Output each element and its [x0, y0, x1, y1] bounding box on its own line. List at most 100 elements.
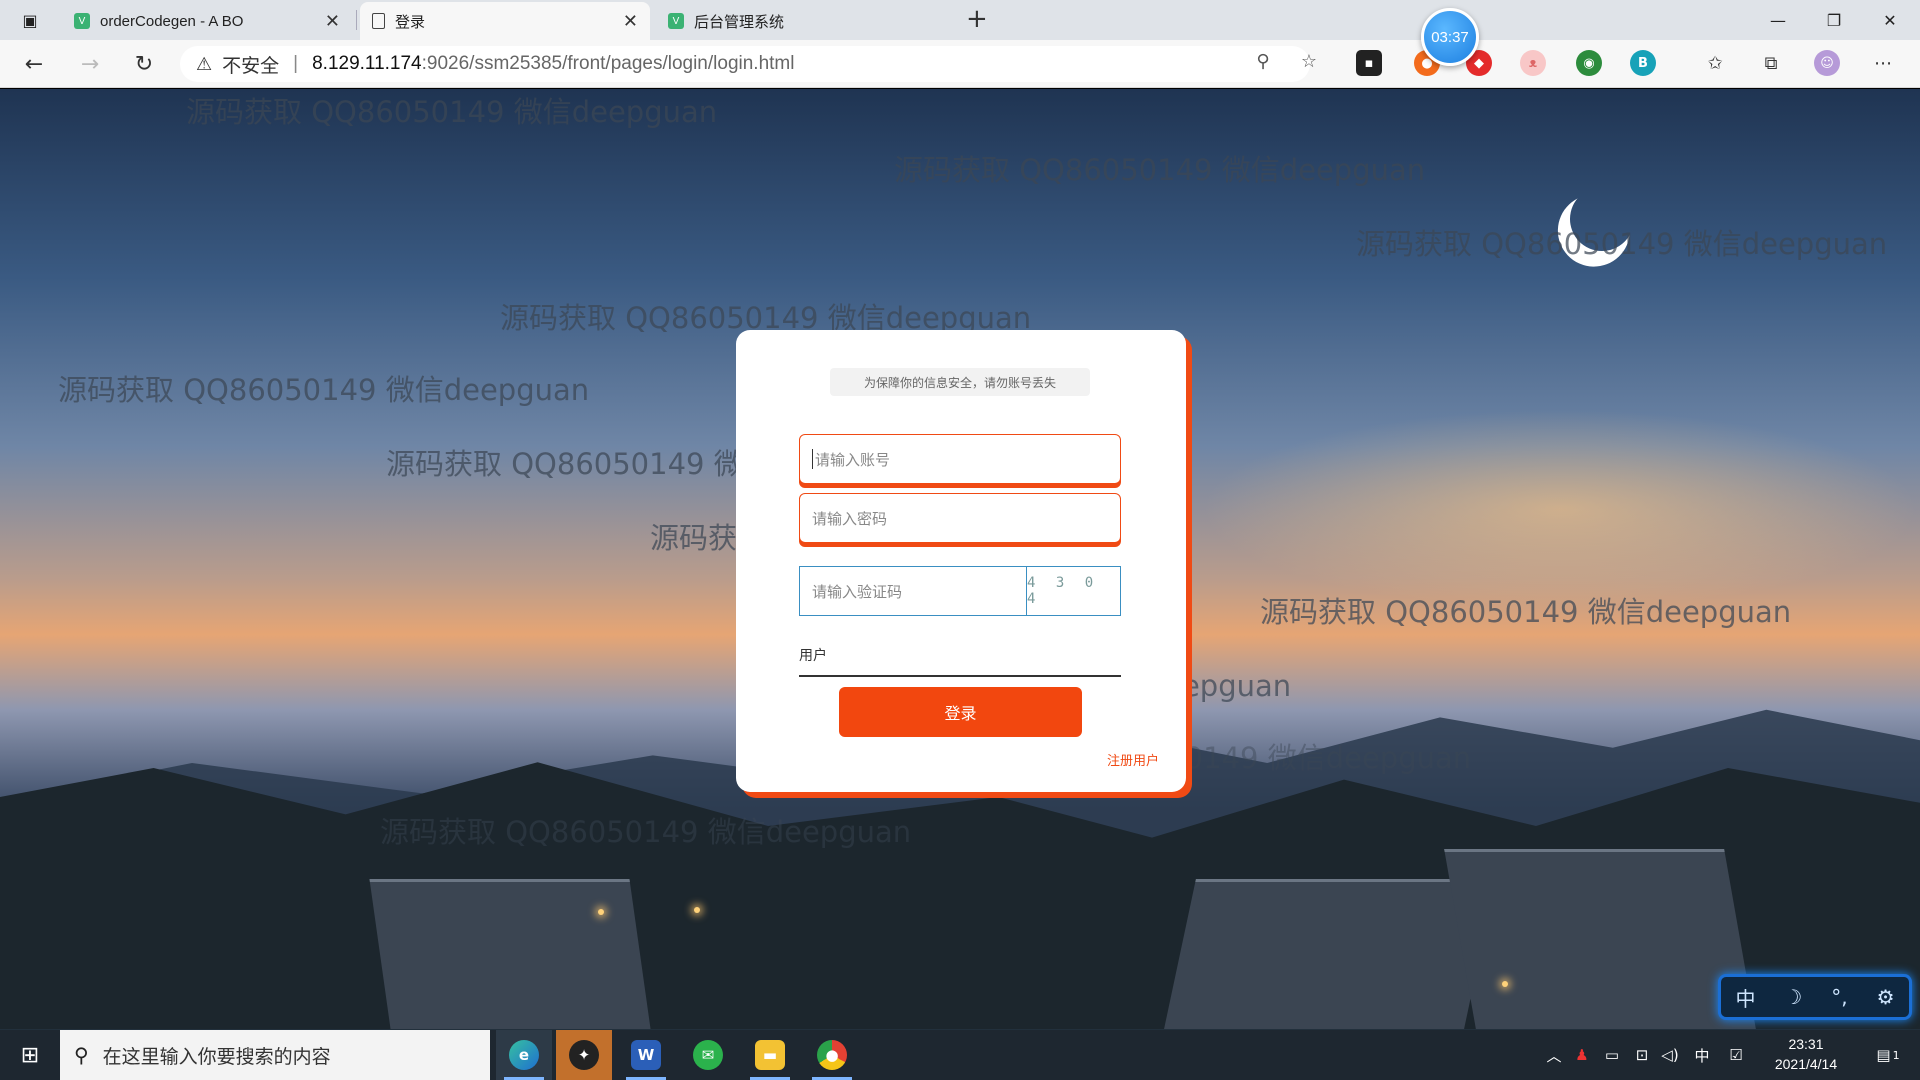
address-bar[interactable]: ⚠ 不安全 | 8.129.11.174 :9026/ssm25385/fron… [180, 46, 1310, 82]
extension-icon[interactable]: ᴥ [1520, 50, 1546, 76]
timer-badge[interactable]: 03:37 [1421, 8, 1479, 66]
browser-tab-strip: ▣ V orderCodegen - A BO ✕ 登录 ✕ V 后台管理系统 … [0, 0, 1920, 40]
captcha-input[interactable]: 请输入验证码 [800, 567, 1026, 615]
chrome-icon: ● [817, 1040, 847, 1070]
tab-divider [356, 10, 357, 30]
page-background: 源码获取 QQ86050149 微信deepguan 源码获取 QQ860501… [0, 89, 1920, 1030]
taskbar: ⊞ ⚲ 在这里输入你要搜索的内容 e ✦ W ✉ ▬ ● ︿ ♟ ▭ ⊡ ◁) … [0, 1030, 1920, 1080]
volume-icon[interactable]: ◁) [1656, 1030, 1684, 1080]
battery-icon[interactable]: ▭ [1598, 1030, 1626, 1080]
password-input[interactable]: 请输入密码 [799, 493, 1121, 543]
login-button[interactable]: 登录 [839, 687, 1082, 737]
taskbar-app-edge[interactable]: e [496, 1030, 552, 1080]
search-icon: ⚲ [74, 1043, 89, 1067]
taskbar-search[interactable]: ⚲ 在这里输入你要搜索的内容 [60, 1030, 490, 1080]
taskbar-app-chrome[interactable]: ● [804, 1030, 860, 1080]
clock-date: 2021/4/14 [1774, 1056, 1838, 1072]
vue-favicon-icon: V [74, 13, 90, 29]
sunset-glow [1200, 409, 1920, 609]
ime-lang-toggle[interactable]: 中 [1735, 983, 1755, 1012]
app-icon: ✦ [569, 1040, 599, 1070]
tray-chevron-icon[interactable]: ︿ [1540, 1030, 1568, 1080]
extension-icon[interactable]: ◉ [1576, 50, 1602, 76]
close-tab-icon[interactable]: ✕ [325, 11, 340, 32]
ime-indicator[interactable]: 中 [1688, 1030, 1716, 1080]
url-host: 8.129.11.174 [312, 53, 422, 74]
tray-app-icon[interactable]: ♟ [1568, 1030, 1596, 1080]
notification-icon[interactable]: ▤ 1 [1866, 1030, 1910, 1080]
notification-glyph: ▤ [1876, 1046, 1891, 1064]
text-caret [812, 449, 813, 469]
moon-icon[interactable]: ☽ [1784, 985, 1802, 1009]
taskbar-app-running[interactable]: ✦ [556, 1030, 612, 1080]
notification-count: 1 [1892, 1048, 1900, 1062]
clock-time: 23:31 [1788, 1036, 1824, 1052]
moon-icon [1565, 182, 1639, 256]
zoom-icon[interactable]: ⚲ [1248, 46, 1278, 76]
role-underline [799, 675, 1121, 677]
ime-toolbar[interactable]: 中 ☽ °, ⚙ [1718, 974, 1912, 1020]
taskbar-app-word[interactable]: W [618, 1030, 674, 1080]
restore-button[interactable]: ❐ [1806, 0, 1862, 40]
wechat-icon: ✉ [693, 1040, 723, 1070]
security-label: 不安全 [222, 55, 280, 77]
watermark: 源码获取 QQ86050149 微信deepguan [894, 153, 1426, 187]
taskbar-app-wechat[interactable]: ✉ [680, 1030, 736, 1080]
page-favicon-icon [372, 13, 385, 29]
extension-icon[interactable]: B [1630, 50, 1656, 76]
windows-start-icon[interactable]: ⊞ [0, 1030, 60, 1080]
back-arrow-icon[interactable]: ← [18, 48, 50, 80]
lamp-light [694, 907, 700, 913]
watermark: 源码获取 QQ86050149 微信deepguan [58, 373, 590, 407]
temple-roof [1164, 879, 1496, 1029]
extension-icon[interactable]: ▪ [1356, 50, 1382, 76]
lamp-light [1502, 981, 1508, 987]
url-path: :9026/ssm25385/front/pages/login/login.h… [421, 53, 795, 74]
taskbar-search-placeholder: 在这里输入你要搜索的内容 [102, 1045, 331, 1068]
favorite-add-icon[interactable]: ☆ [1294, 46, 1324, 76]
new-tab-button[interactable]: + [966, 4, 988, 34]
role-select[interactable]: 用户 [799, 645, 827, 665]
punctuation-icon[interactable]: °, [1831, 985, 1847, 1009]
temple-roof [369, 879, 651, 1029]
login-card: 为保障你的信息安全，请勿账号丢失 请输入账号 请输入密码 请输入验证码 4 3 … [736, 330, 1186, 792]
settings-gear-icon[interactable]: ⚙ [1877, 985, 1895, 1009]
temple-roof [1444, 849, 1756, 1029]
password-placeholder: 请输入密码 [812, 509, 888, 528]
tab-title: 后台管理系统 [694, 13, 785, 31]
tab-title: orderCodegen - A BO [100, 12, 244, 30]
tab-login[interactable]: 登录 ✕ [360, 2, 650, 40]
tab-ordercodegen[interactable]: V orderCodegen - A BO ✕ [62, 2, 352, 40]
tab-title: 登录 [395, 13, 426, 31]
forward-arrow-icon[interactable]: → [74, 48, 106, 80]
watermark: 源码获取 QQ86050149 微信deepguan [186, 95, 718, 129]
collections-icon[interactable]: ⧉ [1756, 48, 1786, 78]
captcha-group: 请输入验证码 4 3 0 4 [799, 566, 1121, 616]
tab-admin[interactable]: V 后台管理系统 [656, 2, 946, 40]
reload-icon[interactable]: ↻ [128, 48, 160, 80]
close-tab-icon[interactable]: ✕ [623, 11, 638, 32]
checkbox-tray-icon[interactable]: ☑ [1722, 1030, 1750, 1080]
edge-icon: e [509, 1040, 539, 1070]
minimize-button[interactable]: — [1750, 0, 1806, 40]
folder-icon: ▬ [755, 1040, 785, 1070]
network-icon[interactable]: ⊡ [1628, 1030, 1656, 1080]
browser-toolbar: ← → ↻ ⚠ 不安全 | 8.129.11.174 :9026/ssm2538… [0, 40, 1920, 88]
username-input[interactable]: 请输入账号 [799, 434, 1121, 484]
username-placeholder: 请输入账号 [815, 450, 891, 469]
more-menu-icon[interactable]: ⋯ [1868, 48, 1898, 78]
vue-favicon-icon: V [668, 13, 684, 29]
warning-icon: ⚠ [196, 53, 213, 74]
security-notice: 为保障你的信息安全，请勿账号丢失 [830, 368, 1090, 396]
taskbar-app-explorer[interactable]: ▬ [742, 1030, 798, 1080]
tab-actions-icon[interactable]: ▣ [14, 8, 46, 32]
captcha-image[interactable]: 4 3 0 4 [1026, 567, 1120, 615]
register-link[interactable]: 注册用户 [1107, 750, 1159, 769]
word-icon: W [631, 1040, 661, 1070]
system-clock[interactable]: 23:31 2021/4/14 [1756, 1034, 1856, 1074]
profile-avatar[interactable]: ☺ [1814, 50, 1840, 76]
close-window-button[interactable]: ✕ [1862, 0, 1918, 40]
favorites-icon[interactable]: ✩ [1700, 48, 1730, 78]
address-separator: | [293, 53, 299, 74]
captcha-placeholder: 请输入验证码 [812, 582, 903, 601]
